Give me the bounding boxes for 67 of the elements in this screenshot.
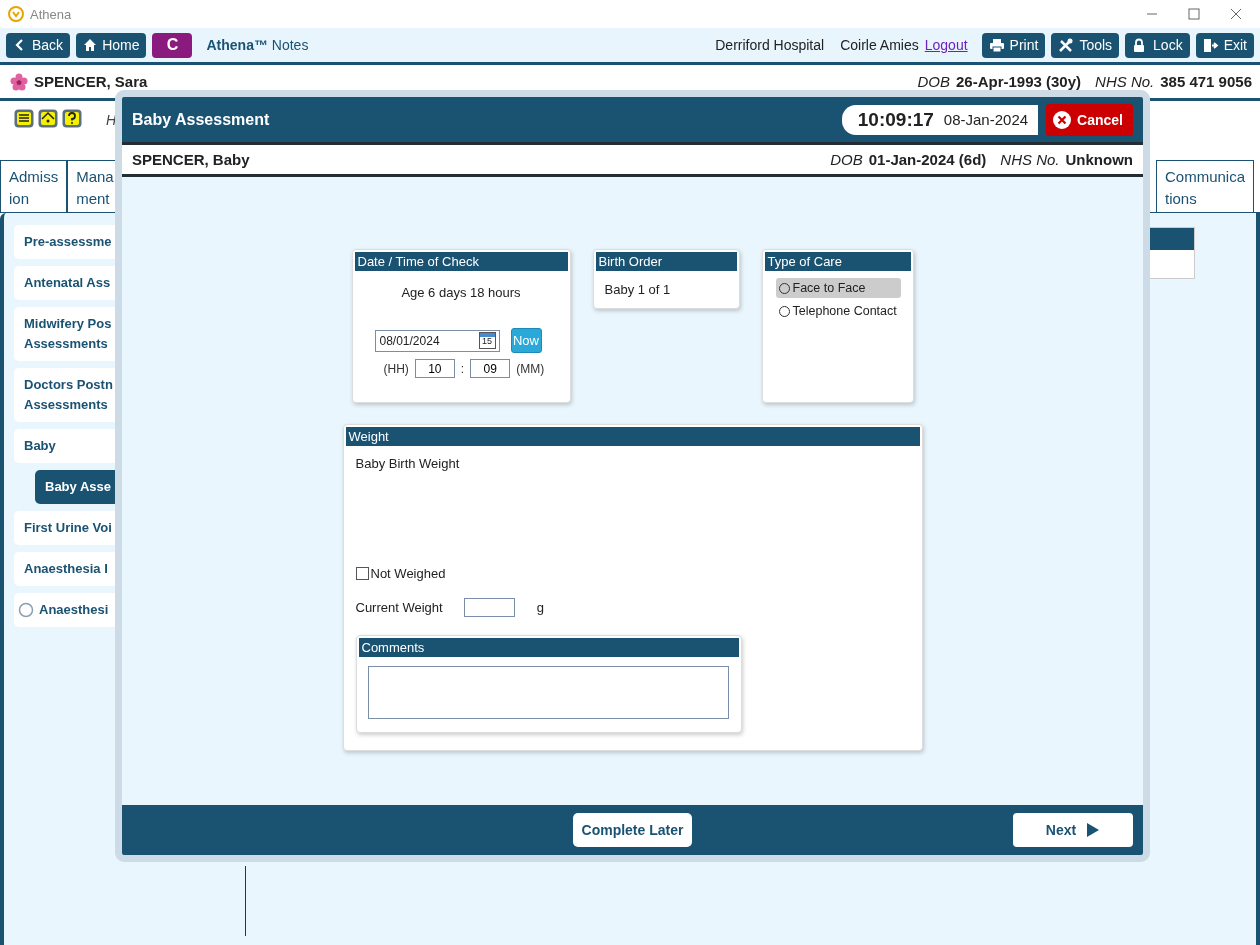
print-button[interactable]: Print [981, 32, 1046, 58]
close-circle-icon [1052, 109, 1073, 130]
checkbox-label: Not Weighed [370, 566, 446, 581]
printer-icon [988, 37, 1005, 53]
minutes-field[interactable]: 09 [470, 359, 511, 378]
nhs-value: 385 471 9056 [1160, 73, 1252, 90]
card-header: Birth Order [595, 252, 737, 271]
play-arrow-icon [1086, 822, 1101, 838]
tab[interactable]: Admiss ion [0, 160, 68, 212]
clock-date: 08-Jan-2024 [943, 111, 1029, 128]
dialog-title: Baby Assessment [132, 110, 270, 129]
dob-value: 01-Jan-2024 (6d) [868, 151, 987, 168]
app-logo-icon [8, 6, 24, 22]
help-home-icon [38, 109, 58, 128]
app-name: Athena™ Notes [206, 37, 309, 53]
tools-button[interactable]: Tools [1051, 32, 1120, 58]
logout-link[interactable]: Logout [924, 37, 968, 53]
patient-name: SPENCER, Sara [34, 73, 148, 90]
lock-button[interactable]: Lock [1125, 32, 1190, 58]
back-button[interactable]: Back [6, 32, 71, 58]
time-separator: : [460, 361, 465, 376]
dob-label: DOB [917, 73, 950, 90]
complete-later-button[interactable]: Complete Later [572, 813, 693, 847]
comments-field[interactable] [367, 666, 729, 719]
exit-icon [1202, 37, 1219, 53]
dob-label: DOB [830, 151, 863, 168]
cancel-button[interactable]: Cancel [1046, 103, 1133, 136]
hours-label: (HH) [383, 361, 409, 376]
date-field[interactable]: 08/01/2024 15 [374, 329, 500, 352]
app-switch-button[interactable]: C [152, 32, 193, 58]
tab[interactable]: Communica tions [1155, 160, 1254, 212]
tools-icon [1058, 37, 1075, 53]
radio-icon [18, 602, 34, 618]
maximize-icon [1188, 8, 1200, 20]
nhs-value: Unknown [1065, 151, 1133, 168]
birth-weight-label: Baby Birth Weight [355, 456, 461, 471]
current-weight-label: Current Weight [355, 600, 443, 615]
clock-time: 10:09:17 [857, 108, 934, 131]
help-list-icon [14, 109, 34, 128]
weight-field[interactable] [463, 598, 515, 617]
exit-button[interactable]: Exit [1195, 32, 1254, 58]
birth-order-text: Baby 1 of 1 [604, 282, 672, 297]
calendar-icon[interactable]: 15 [478, 332, 496, 349]
next-button[interactable]: Next [1013, 813, 1133, 847]
checkbox[interactable] [355, 567, 369, 580]
flower-icon [10, 72, 28, 91]
unit-label: g [536, 600, 544, 615]
close-icon [1230, 8, 1242, 20]
help-icon [62, 109, 82, 128]
card-header: Comments [358, 638, 739, 657]
location-label: Derriford Hospital [715, 37, 825, 53]
age-text: Age 6 days 18 hours [400, 285, 522, 300]
card-header: Type of Care [764, 252, 911, 271]
baby-name: SPENCER, Baby [132, 151, 250, 168]
window-title: Athena [30, 6, 72, 22]
nhs-label: NHS No. [1000, 151, 1060, 168]
card-header: Date / Time of Check [354, 252, 568, 271]
card-header: Weight [345, 427, 920, 446]
nhs-label: NHS No. [1095, 73, 1155, 90]
home-button[interactable]: Home [76, 32, 147, 58]
radio-option[interactable]: Telephone Contact [775, 301, 901, 321]
home-icon [83, 38, 98, 52]
radio-option[interactable]: Face to Face [775, 278, 901, 298]
minutes-label: (MM) [516, 361, 545, 376]
hours-field[interactable]: 10 [414, 359, 455, 378]
user-name: Coirle Amies [840, 37, 919, 53]
dob-value: 26-Apr-1993 (30y) [956, 73, 1082, 90]
